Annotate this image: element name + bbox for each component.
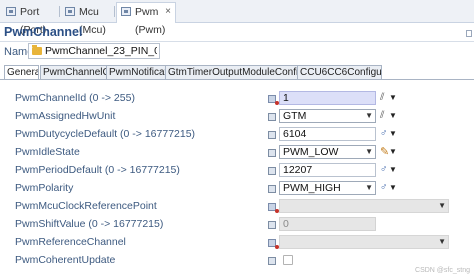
calculation-icon[interactable]: ⫽ [380,109,384,123]
param-row-pwm-reference-channel: PwmReferenceChannel ▼ [0,234,474,252]
chevron-down-icon[interactable]: ▼ [389,91,397,105]
folder-icon [32,45,42,55]
chevron-down-icon[interactable]: ▼ [389,145,397,159]
tab-separator [59,6,60,17]
pwm-mcu-clock-reference-point-select[interactable]: ▼ [279,199,449,213]
param-row-pwm-dutycycle-default: PwmDutycycleDefault (0 -> 16777215) 6104… [0,126,474,144]
chevron-down-icon[interactable]: ▼ [365,110,373,122]
param-label: PwmIdleState [15,146,80,158]
close-icon[interactable]: × [165,3,171,21]
link-icon[interactable]: ♂ [380,127,388,141]
editor-tab-bar: Port (Port) Mcu (Mcu) Pwm (Pwm) × [0,0,474,36]
tab-mcu[interactable]: Mcu (Mcu) [61,3,113,36]
page-title: PwmChannel [4,25,83,39]
tab-general[interactable]: General [4,65,39,80]
param-label: PwmChannelId (0 -> 255) [15,92,135,104]
param-row-pwm-coherent-update: PwmCoherentUpdate [0,252,474,270]
param-row-pwm-mcu-clock-reference-point: PwmMcuClockReferencePoint ▼ [0,198,474,216]
module-icon [121,7,131,16]
chevron-down-icon[interactable]: ▼ [438,236,446,248]
parameter-icon [268,167,276,175]
chevron-down-icon[interactable]: ▼ [389,163,397,177]
chevron-down-icon[interactable]: ▼ [389,181,397,195]
divider [0,79,474,80]
tab-port[interactable]: Port (Port) [2,3,58,36]
tab-gtm-timer-output-module-configuration[interactable]: GtmTimerOutputModuleConfiguration [165,65,298,79]
tab-separator [114,6,115,17]
divider [0,41,474,42]
param-label: PwmPeriodDefault (0 -> 16777215) [15,164,180,176]
parameter-icon [268,221,276,229]
module-icon [65,7,75,16]
param-row-pwm-shift-value: PwmShiftValue (0 -> 16777215) 0 [0,216,474,234]
chevron-down-icon[interactable]: ▼ [389,109,397,123]
param-label: PwmReferenceChannel [15,236,126,248]
calculation-icon[interactable]: ⫽ [380,91,384,105]
name-field-box [28,43,160,59]
parameter-icon [268,95,279,105]
link-icon[interactable]: ♂ [380,181,388,195]
parameter-icon [268,185,276,193]
param-row-pwm-polarity: PwmPolarity PWM_HIGH ▼ ♂ ▼ [0,180,474,198]
tab-pwm-notification[interactable]: PwmNotification [106,65,166,79]
param-label: PwmMcuClockReferencePoint [15,200,157,212]
module-icon [6,7,16,16]
pwm-assigned-hw-unit-select[interactable]: GTM ▼ [279,109,376,123]
name-field[interactable] [45,44,157,58]
param-row-pwm-idle-state: PwmIdleState PWM_LOW ▼ ✎ ▼ [0,144,474,162]
param-row-pwm-period-default: PwmPeriodDefault (0 -> 16777215) 12207 ♂… [0,162,474,180]
param-label: PwmDutycycleDefault (0 -> 16777215) [15,128,196,140]
restore-icon[interactable] [464,28,474,40]
link-icon[interactable]: ♂ [380,163,388,177]
pwm-idle-state-select[interactable]: PWM_LOW ▼ [279,145,376,159]
pwm-period-default-field[interactable]: 12207 [279,163,376,177]
watermark: CSDN @sfc_stng [415,267,470,274]
reference-icon [268,203,279,213]
parameter-icon [268,131,276,139]
pwm-coherent-update-checkbox[interactable] [283,255,293,265]
param-label: PwmAssignedHwUnit [15,110,116,122]
pwm-reference-channel-select[interactable]: ▼ [279,235,449,249]
pwm-shift-value-field[interactable]: 0 [279,217,376,231]
tab-ccu6cc6-configuration[interactable]: CCU6CC6Configuration [297,65,382,79]
param-row-pwm-channel-id: PwmChannelId (0 -> 255) 1 ⫽ ▼ [0,90,474,108]
param-row-pwm-assigned-hw-unit: PwmAssignedHwUnit GTM ▼ ⫽ ▼ [0,108,474,126]
chevron-down-icon[interactable]: ▼ [389,127,397,141]
chevron-down-icon[interactable]: ▼ [365,182,373,194]
param-label: PwmShiftValue (0 -> 16777215) [15,218,164,230]
reference-icon [268,239,279,249]
parameter-icon [268,113,276,121]
chevron-down-icon[interactable]: ▼ [365,146,373,158]
parameter-icon [268,149,276,157]
pencil-icon[interactable]: ✎ [380,145,389,159]
tab-pwm[interactable]: Pwm (Pwm) × [116,2,176,36]
param-label: PwmPolarity [15,182,74,194]
pwm-channel-id-field[interactable]: 1 [279,91,376,105]
tab-pwm-channel-class[interactable]: PwmChannelClass [40,65,107,79]
param-label: PwmCoherentUpdate [15,254,116,266]
pwm-polarity-select[interactable]: PWM_HIGH ▼ [279,181,376,195]
pwm-dutycycle-default-field[interactable]: 6104 [279,127,376,141]
chevron-down-icon[interactable]: ▼ [438,200,446,212]
parameter-icon [268,257,276,265]
